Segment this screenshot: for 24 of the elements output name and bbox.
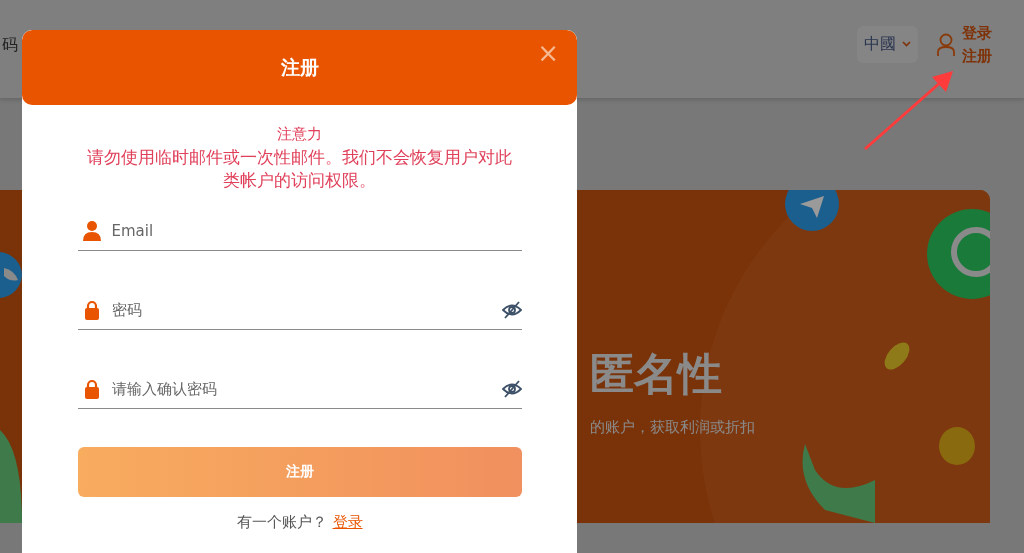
close-button[interactable]: × <box>533 38 563 68</box>
coin-icon <box>938 426 976 466</box>
login-link[interactable]: 登录 <box>962 24 992 43</box>
nav-text[interactable]: 码 <box>2 34 18 56</box>
paper-plane-icon <box>784 190 840 234</box>
account-prompt: 有一个账户？ <box>236 513 327 532</box>
lock-icon <box>83 300 100 320</box>
password-field[interactable]: 请输入确认密码 <box>111 378 502 400</box>
user-icon <box>81 220 102 242</box>
notice-text: 请勿使用临时邮件或一次性邮件。我们不会恢复用户对此类帐户的访问权限。 <box>86 147 513 192</box>
notice-title: 注意力 <box>277 124 322 145</box>
banner-title: 匿名性 <box>590 347 722 401</box>
email-field[interactable]: Email <box>111 220 522 242</box>
modal-title: 注册 <box>280 54 319 80</box>
chevron-down-icon <box>902 41 911 47</box>
login-link[interactable]: 登录 <box>332 513 363 532</box>
banner-text: 的账户，获取利润或折扣 <box>590 418 755 437</box>
eye-slash-icon[interactable] <box>501 380 522 398</box>
register-button[interactable]: 注册 <box>77 447 522 497</box>
register-link[interactable]: 注册 <box>962 47 992 66</box>
lock-icon <box>83 379 100 399</box>
password-field[interactable]: 密码 <box>111 299 502 321</box>
eye-slash-icon[interactable] <box>501 301 522 319</box>
language-select[interactable]: 中國 <box>857 25 918 63</box>
